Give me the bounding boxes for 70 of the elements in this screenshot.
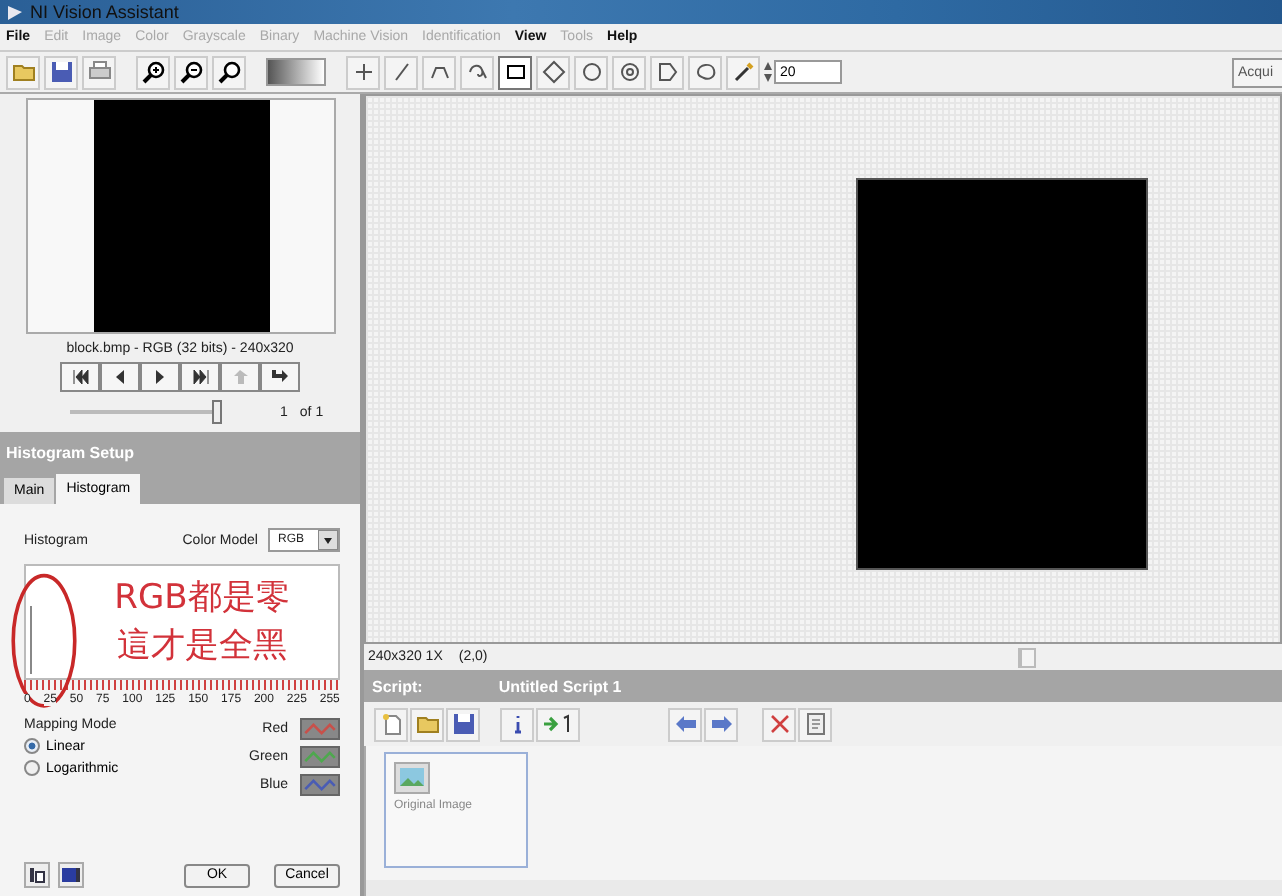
- palette-gradient[interactable]: [266, 58, 326, 86]
- script-tool-button[interactable]: [500, 707, 534, 741]
- window-title: NI Vision Assistant: [30, 2, 179, 22]
- arrow-right-icon: [709, 712, 733, 736]
- load-icon: [28, 866, 46, 884]
- polygon-icon: [655, 60, 679, 84]
- annulus-icon: [617, 60, 641, 84]
- return-arrow-icon: [270, 368, 290, 386]
- load-button[interactable]: [24, 862, 50, 888]
- up-arrow-icon: [231, 368, 249, 386]
- tool-button[interactable]: [612, 55, 646, 89]
- freehand-line-icon: [465, 60, 489, 84]
- toolbar-button[interactable]: [212, 55, 246, 89]
- circle-icon: [579, 60, 603, 84]
- panel-title: Histogram Setup: [6, 443, 135, 461]
- tool-button[interactable]: [688, 55, 722, 89]
- zoom-in-icon: [141, 60, 165, 84]
- line-icon: [389, 60, 413, 84]
- freehand-region-icon: [693, 60, 717, 84]
- tool-button[interactable]: [422, 55, 456, 89]
- save-icon: [451, 712, 475, 736]
- slider-thumb[interactable]: [212, 400, 222, 424]
- run-icon: [542, 712, 574, 736]
- tool-button[interactable]: [726, 55, 760, 89]
- next-icon: [156, 370, 164, 384]
- script-label: Script:: [372, 677, 423, 695]
- properties-icon: [803, 712, 827, 736]
- zoom-out-icon: [179, 60, 203, 84]
- folder-icon: [11, 60, 35, 84]
- tool-button[interactable]: [650, 55, 684, 89]
- delete-icon: [767, 712, 791, 736]
- rectangle-icon: [503, 60, 527, 84]
- arrow-left-icon: [673, 712, 697, 736]
- toolbar-button[interactable]: [44, 55, 78, 89]
- skip-forward-icon: [191, 370, 209, 384]
- navigation-button[interactable]: [100, 362, 140, 392]
- zoom-fit-icon: [217, 60, 241, 84]
- navigation-button[interactable]: [140, 362, 180, 392]
- toolbar-button[interactable]: [174, 55, 208, 89]
- save-icon: [49, 60, 73, 84]
- image-icon: [394, 762, 430, 794]
- script-tool-button[interactable]: [446, 707, 480, 741]
- tool-button[interactable]: [498, 55, 532, 89]
- annotation-text: RGB都是零: [114, 576, 290, 622]
- navigation-button[interactable]: [260, 362, 300, 392]
- folder-icon: [415, 712, 439, 736]
- new-file-icon: [379, 712, 403, 736]
- navigation-button[interactable]: [60, 362, 100, 392]
- printer-icon: [87, 60, 111, 84]
- tool-button[interactable]: [346, 55, 380, 89]
- legend-swatch[interactable]: [300, 718, 340, 740]
- horizontal-scrollbar[interactable]: [366, 880, 1282, 896]
- crosshair-icon: [351, 60, 375, 84]
- script-name: Untitled Script 1: [498, 677, 622, 695]
- previous-icon: [116, 370, 124, 384]
- navigation-button[interactable]: [180, 362, 220, 392]
- legend-swatch[interactable]: [300, 746, 340, 768]
- tool-button[interactable]: [460, 55, 494, 89]
- tool-button[interactable]: [574, 55, 608, 89]
- annotation-text: 這才是全黑: [117, 624, 287, 670]
- tool-button[interactable]: [536, 55, 570, 89]
- save-button[interactable]: [58, 862, 84, 888]
- skip-back-icon: [71, 370, 89, 384]
- script-tool-button[interactable]: [536, 707, 580, 741]
- wand-icon: [731, 60, 755, 84]
- toolbar-button[interactable]: [136, 55, 170, 89]
- dropdown-arrow-icon: [318, 530, 338, 550]
- diamond-icon: [541, 60, 565, 84]
- save-icon: [62, 866, 80, 884]
- legend-swatch[interactable]: [300, 774, 340, 796]
